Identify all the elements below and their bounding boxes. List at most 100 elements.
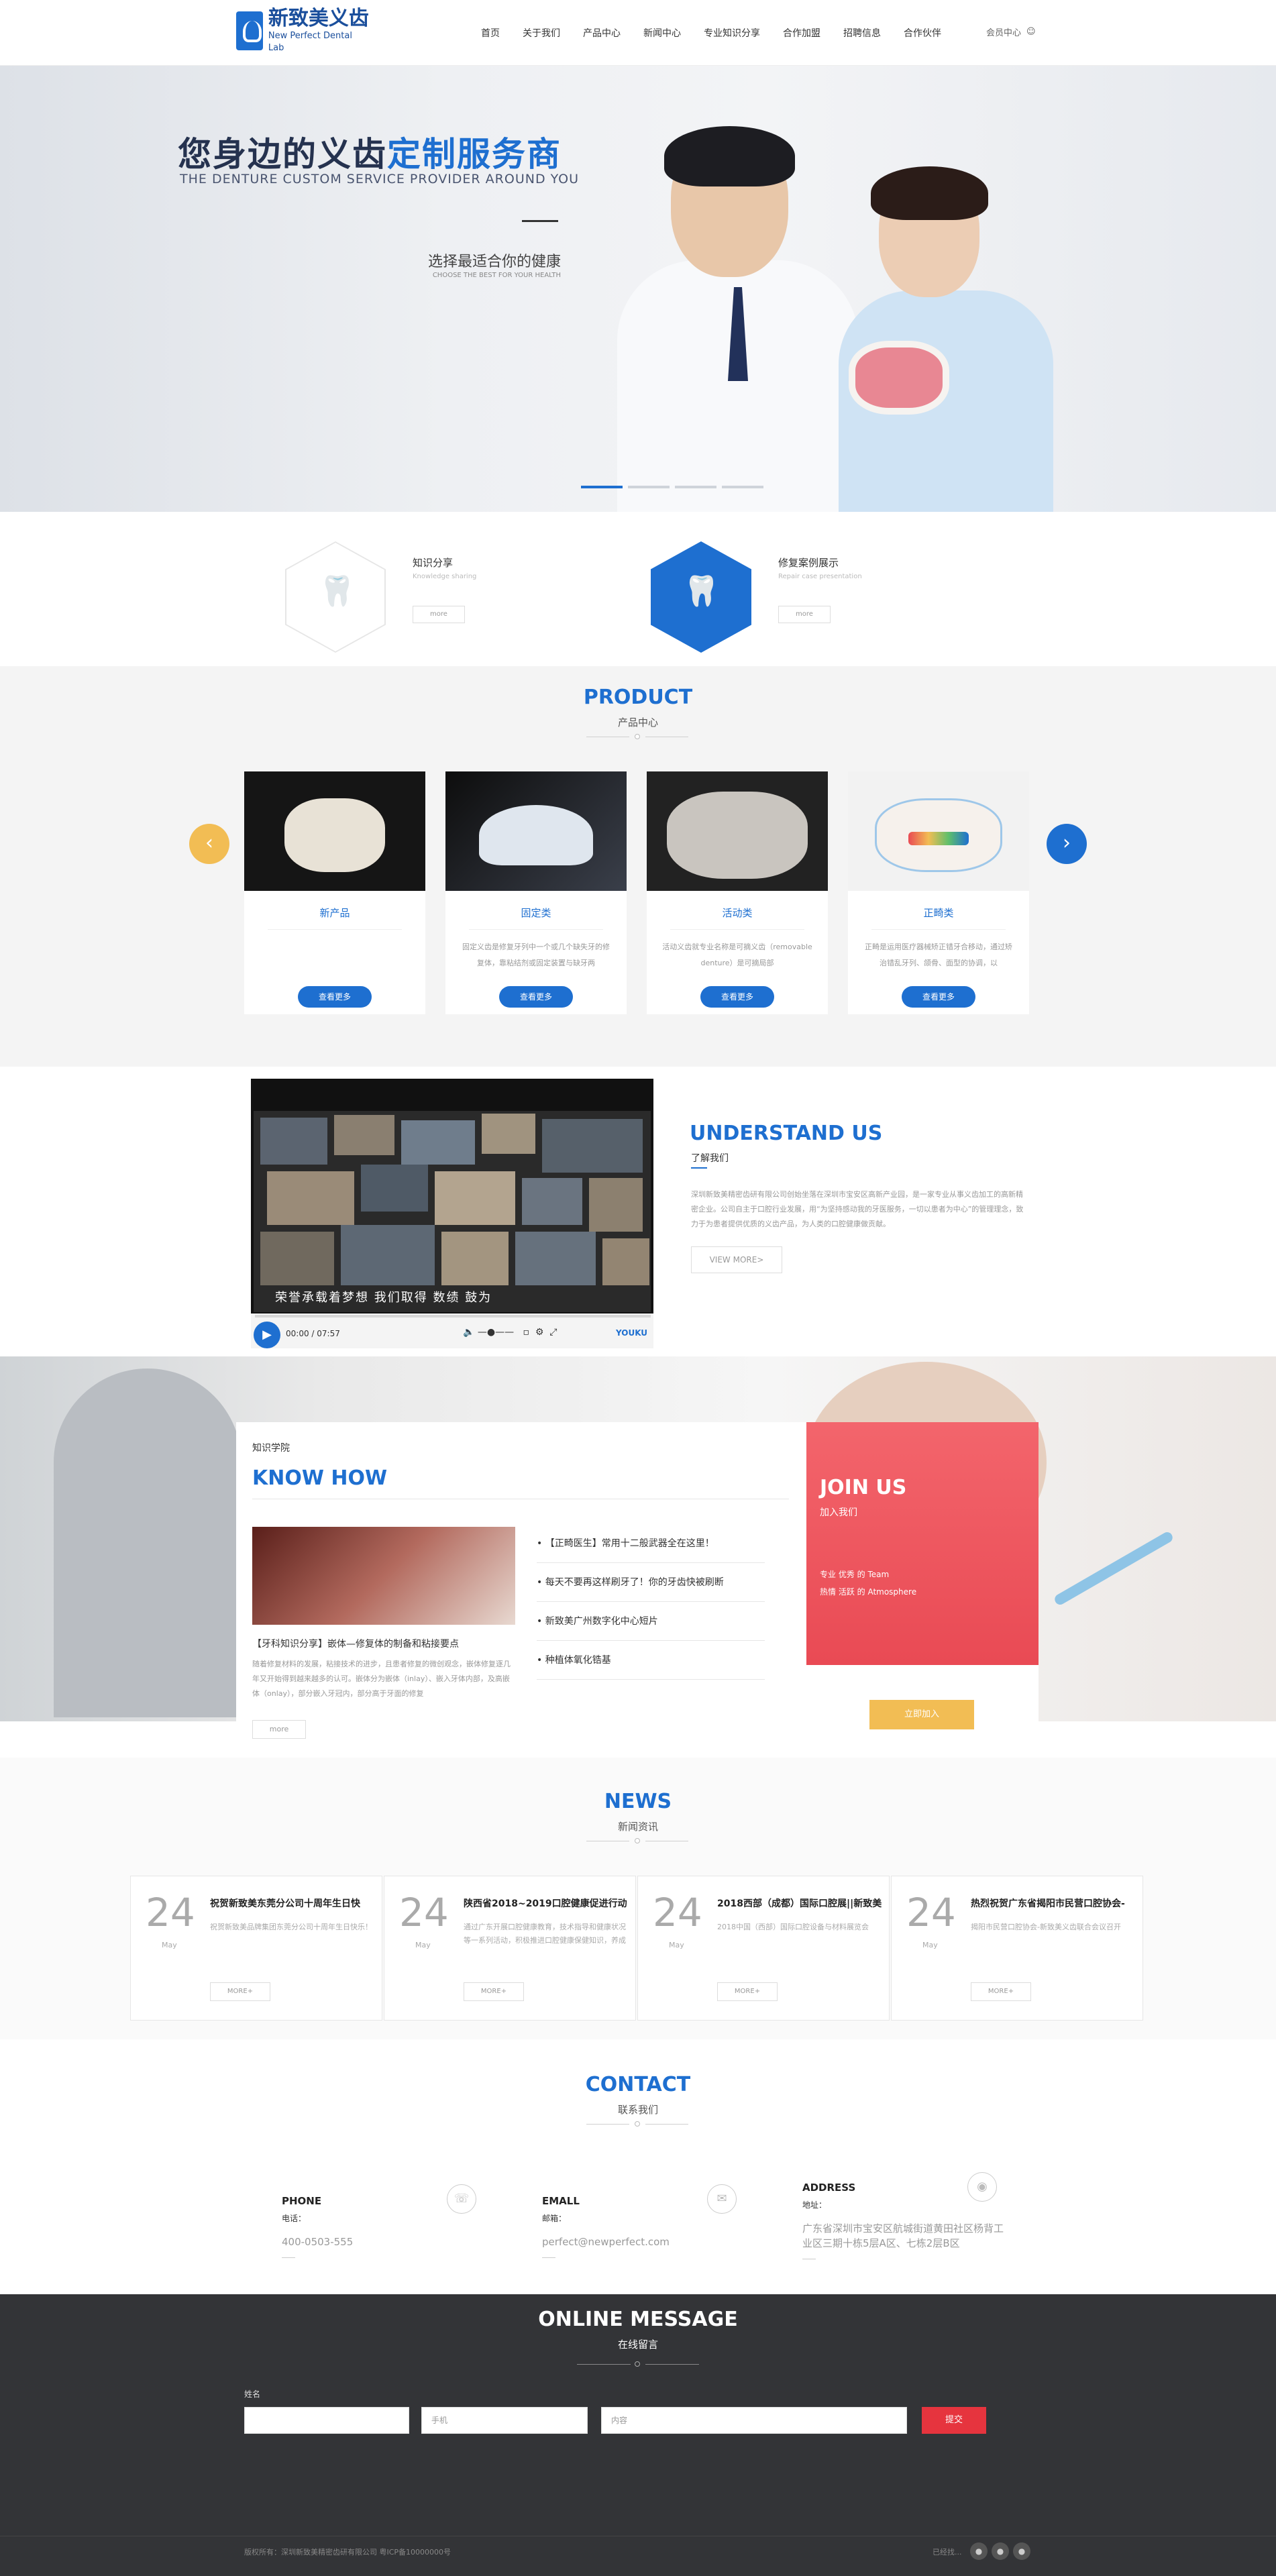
view-more-button[interactable]: VIEW MORE> [691, 1246, 782, 1273]
nav-partners[interactable]: 合作伙伴 [892, 24, 953, 43]
view-more-button[interactable]: 查看更多 [499, 986, 573, 1008]
contact-title: CONTACT [585, 2073, 691, 2096]
view-more-button[interactable]: 查看更多 [298, 986, 372, 1008]
volume-icon[interactable]: 🔈 —●—— ▫ ⚙ ⤢ [463, 1327, 557, 1338]
slider-dot[interactable] [628, 486, 670, 488]
product-card-desc [259, 939, 411, 971]
news-more-button[interactable]: MORE+ [210, 1982, 270, 2001]
contact-email-value[interactable]: perfect@newperfect.com [542, 2235, 710, 2249]
news-card[interactable]: 24 May 祝贺新致美东莞分公司十周年生日快 祝贺新致美品牌集团东莞分公司十周… [130, 1876, 382, 2021]
nav-franchise[interactable]: 合作加盟 [772, 24, 832, 43]
news-desc: 2018中国（西部）国际口腔设备与材料展览会 [717, 1923, 869, 1931]
nav-home[interactable]: 首页 [470, 24, 511, 43]
product-card[interactable]: 正畸类 正畸是运用医疗器械矫正错牙合移动，通过矫治错乱牙列、颌骨、面型的协调，以… [848, 771, 1029, 1014]
nav-about[interactable]: 关于我们 [511, 24, 572, 43]
product-image [244, 771, 425, 891]
prev-arrow-icon[interactable]: ‹ [189, 824, 229, 864]
join-line: 热情 活跃 的 Atmosphere [820, 1587, 917, 1597]
news-title[interactable]: 祝贺新致美东莞分公司十周年生日快 [210, 1896, 376, 1910]
nav-news[interactable]: 新闻中心 [632, 24, 692, 43]
news-card[interactable]: 24 May 热烈祝贺广东省揭阳市民营口腔协会- 揭阳市民营口腔协会-新致美义齿… [891, 1876, 1143, 2021]
main-nav: 首页 关于我们 产品中心 新闻中心 专业知识分享 合作加盟 招聘信息 合作伙伴 [470, 24, 953, 43]
product-subtitle: 产品中心 [617, 716, 658, 729]
footer-link[interactable]: 已经找... [933, 2546, 962, 2557]
phone-input[interactable]: 手机 [421, 2407, 588, 2434]
knowhow-headline[interactable]: 【牙科知识分享】嵌体—修复体的制备和粘接要点 [252, 1637, 459, 1650]
logo[interactable]: 新致美义齿 New Perfect Dental Lab [236, 7, 370, 53]
knowhow-list-item[interactable]: • 新致美广州数字化中心短片 [537, 1602, 765, 1641]
news-day: 24 [653, 1890, 702, 1935]
nav-knowledge[interactable]: 专业知识分享 [692, 24, 772, 43]
news-title[interactable]: 2018西部（成都）国际口腔展||新致美 [717, 1896, 884, 1910]
product-card-desc: 正畸是运用医疗器械矫正错牙合移动，通过矫治错乱牙列、颌骨、面型的协调，以 [865, 943, 1012, 967]
product-card[interactable]: 活动类 活动义齿就专业名称是可摘义齿（removable denture）是可摘… [647, 771, 828, 1014]
product-card-title: 固定类 [521, 907, 551, 919]
hero-title-a: 您身边的义齿 [178, 135, 387, 174]
product-card[interactable]: 新产品 查看更多 [244, 771, 425, 1014]
view-more-button[interactable]: 查看更多 [700, 986, 774, 1008]
feature-more-button[interactable]: more [413, 606, 465, 623]
news-more-button[interactable]: MORE+ [971, 1982, 1031, 2001]
divider-dot [635, 2361, 640, 2367]
next-arrow-icon[interactable]: › [1047, 824, 1087, 864]
knowhow-list-label: 新致美广州数字化中心短片 [545, 1616, 658, 1627]
contact-phone-label: 电话： [282, 2214, 307, 2223]
video-progress[interactable] [255, 1315, 651, 1318]
news-card[interactable]: 24 May 陕西省2018~2019口腔健康促进行动 通过广东开展口腔健康教育… [384, 1876, 636, 2021]
youku-logo: YOUKU [616, 1328, 648, 1338]
tooth-case-icon: 🦷 [683, 574, 720, 608]
weibo-icon[interactable]: ● [970, 2542, 988, 2560]
slider-dot[interactable] [581, 486, 623, 488]
knowhow-image[interactable] [252, 1527, 515, 1625]
slider-dot[interactable] [675, 486, 716, 488]
divider [577, 2364, 631, 2365]
contact-email-title: EMALL [542, 2195, 580, 2207]
nav-products[interactable]: 产品中心 [572, 24, 632, 43]
nav-jobs[interactable]: 招聘信息 [832, 24, 892, 43]
news-desc: 祝贺新致美品牌集团东莞分公司十周年生日快乐！ [210, 1923, 372, 1931]
feature-more-button[interactable]: more [778, 606, 831, 623]
understand-desc: 深圳新致美精密齿研有限公司创始坐落在深圳市宝安区高新产业园，是一家专业从事义齿加… [691, 1190, 1024, 1228]
feature-subtitle: Repair case presentation [778, 573, 862, 580]
play-icon[interactable]: ▶ [254, 1322, 280, 1348]
knowhow-list-item[interactable]: • 【正畸医生】常用十二般武器全在这里！ [537, 1524, 765, 1563]
divider [670, 929, 804, 930]
news-day: 24 [146, 1890, 195, 1935]
news-title[interactable]: 热烈祝贺广东省揭阳市民营口腔协会- [971, 1896, 1137, 1910]
divider [586, 2124, 629, 2125]
knowhow-list-item[interactable]: • 种植体氧化锆基 [537, 1641, 765, 1680]
product-card[interactable]: 固定类 固定义齿是修复牙列中一个或几个缺失牙的修复体，靠粘结剂或固定装置与缺牙两… [445, 771, 627, 1014]
news-more-button[interactable]: MORE+ [464, 1982, 524, 2001]
divider-dot [635, 1838, 640, 1843]
join-now-button[interactable]: 立即加入 [869, 1700, 974, 1729]
news-card[interactable]: 24 May 2018西部（成都）国际口腔展||新致美 2018中国（西部）国际… [637, 1876, 890, 2021]
slider-dot[interactable] [722, 486, 763, 488]
knowhow-desc: 随着修复材料的发展，粘接技术的进步，且患者修复的微创观念，嵌体修复逐几年又开始得… [252, 1660, 511, 1698]
knowhow-tag: 知识学院 [252, 1443, 290, 1454]
news-desc: 通过广东开展口腔健康教育，技术指导和健康状况等一系列活动，积极推进口腔健康保健知… [464, 1923, 626, 1945]
news-title[interactable]: 陕西省2018~2019口腔健康促进行动 [464, 1896, 630, 1910]
news-day: 24 [399, 1890, 449, 1935]
submit-button[interactable]: 提交 [922, 2407, 986, 2434]
divider [871, 929, 1006, 930]
news-more-button[interactable]: MORE+ [717, 1982, 778, 2001]
tooth-icon: 🦷 [319, 574, 356, 608]
contact-phone-value[interactable]: 400-0503-555 [282, 2235, 449, 2249]
member-center-label: 会员中心 [986, 28, 1022, 38]
contact-phone-title: PHONE [282, 2195, 322, 2207]
qq-icon[interactable]: ● [992, 2542, 1009, 2560]
news-subtitle: 新闻资讯 [617, 1821, 658, 1833]
understand-title: UNDERSTAND US [690, 1122, 883, 1145]
video-screen[interactable] [254, 1111, 651, 1312]
member-center[interactable]: 会员中心 ☺ [986, 25, 1036, 38]
content-input[interactable]: 内容 [601, 2407, 907, 2434]
phone-icon: ☏ [447, 2184, 476, 2214]
contact-subtitle: 联系我们 [617, 2104, 658, 2116]
logo-cn: 新致美义齿 [268, 7, 369, 30]
knowhow-more-button[interactable]: more [252, 1720, 306, 1739]
knowhow-list-item[interactable]: • 每天不要再这样刷牙了！你的牙齿快被刷断 [537, 1563, 765, 1602]
wechat-icon[interactable]: ● [1013, 2542, 1030, 2560]
name-input[interactable] [244, 2407, 409, 2434]
view-more-button[interactable]: 查看更多 [902, 986, 975, 1008]
product-image [848, 771, 1029, 891]
